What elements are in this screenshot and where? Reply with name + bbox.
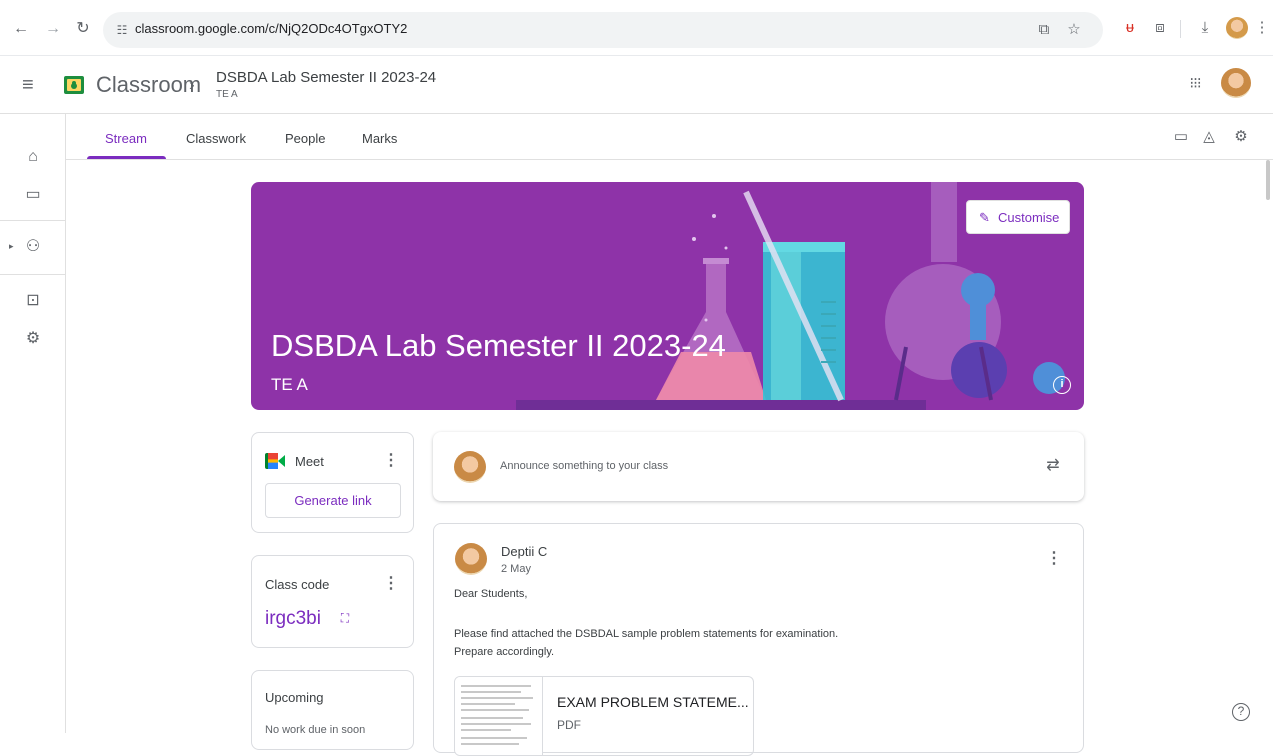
- help-icon[interactable]: ?: [1232, 703, 1250, 721]
- tab-people[interactable]: People: [285, 131, 325, 146]
- drive-folder-icon[interactable]: ◬: [1200, 128, 1218, 146]
- info-icon[interactable]: i: [1053, 376, 1071, 394]
- attachment-title[interactable]: EXAM PROBLEM STATEME...: [557, 694, 749, 710]
- tab-marks[interactable]: Marks: [362, 131, 397, 146]
- google-meet-icon: [265, 453, 285, 469]
- banner-title: DSBDA Lab Semester II 2023-24: [271, 328, 726, 363]
- post-greeting: Dear Students,: [454, 588, 528, 600]
- install-app-icon[interactable]: ⧉: [1035, 21, 1053, 39]
- reload-icon[interactable]: ↻: [74, 20, 92, 38]
- class-code-card: Class code ⋮ irgc3bi ⛶: [251, 555, 414, 648]
- breadcrumb-section: TE A: [216, 89, 238, 100]
- class-code-value: irgc3bi: [265, 608, 321, 629]
- banner-illustration: [516, 182, 1065, 410]
- bookmark-star-icon[interactable]: ☆: [1065, 21, 1083, 39]
- more-options-icon[interactable]: ⋮: [1046, 549, 1062, 569]
- archive-icon[interactable]: ⊡: [24, 292, 42, 310]
- announce-box[interactable]: Announce something to your class ⇄: [433, 432, 1084, 501]
- course-tabs: Stream Classwork People Marks ▭ ◬ ⚙: [66, 114, 1273, 160]
- post-date: 2 May: [501, 563, 531, 575]
- class-code-label: Class code: [265, 577, 330, 592]
- home-icon[interactable]: ⌂: [24, 148, 42, 166]
- calendar-icon[interactable]: ▭: [1172, 128, 1190, 146]
- tab-stream[interactable]: Stream: [105, 131, 147, 146]
- more-options-icon[interactable]: ⋮: [383, 451, 399, 471]
- extension-icon[interactable]: ᵾ: [1120, 18, 1140, 38]
- customise-label: Customise: [998, 210, 1060, 225]
- scrollbar[interactable]: [1266, 160, 1270, 200]
- main-menu-icon[interactable]: ≡: [22, 75, 42, 95]
- author-avatar: [455, 543, 487, 575]
- announce-placeholder[interactable]: Announce something to your class: [500, 460, 668, 472]
- class-settings-icon[interactable]: ⚙: [1232, 128, 1250, 146]
- post-body-line: Please find attached the DSBDAL sample p…: [454, 628, 839, 640]
- site-info-icon[interactable]: ☷: [113, 21, 131, 39]
- chevron-right-icon: ›: [189, 75, 195, 94]
- active-tab-indicator: [87, 156, 166, 159]
- tab-classwork[interactable]: Classwork: [186, 131, 246, 146]
- profile-avatar-icon[interactable]: [1226, 17, 1248, 39]
- stream-post: Deptii C 2 May ⋮ Dear Students, Please f…: [433, 523, 1084, 756]
- repost-icon[interactable]: ⇄: [1044, 457, 1062, 475]
- toolbar-divider: [1180, 20, 1181, 38]
- pencil-icon: ✎: [979, 210, 990, 225]
- account-avatar[interactable]: [1221, 68, 1251, 98]
- download-icon[interactable]: ⤓: [1195, 18, 1215, 38]
- enrolled-people-icon[interactable]: ⚇: [24, 238, 42, 256]
- post-author: Deptii C: [501, 544, 548, 559]
- app-header: ≡ Classroom › DSBDA Lab Semester II 2023…: [0, 56, 1273, 114]
- classroom-logo-icon[interactable]: [64, 76, 84, 94]
- user-avatar: [454, 451, 486, 483]
- meet-card: Meet ⋮ Generate link: [251, 432, 414, 533]
- browser-toolbar: ← → ↻ ☷ classroom.google.com/c/NjQ2ODc4O…: [0, 0, 1273, 56]
- meet-label: Meet: [295, 454, 324, 469]
- address-bar[interactable]: ☷ classroom.google.com/c/NjQ2ODc4OTgxOTY…: [103, 12, 1103, 48]
- upcoming-card: Upcoming No work due in soon: [251, 670, 414, 750]
- attachment-card[interactable]: EXAM PROBLEM STATEME... PDF: [454, 676, 754, 756]
- forward-icon[interactable]: →: [44, 20, 62, 38]
- rail-divider: [0, 220, 66, 221]
- left-navigation-rail: ⌂ ▭ ▸ ⚇ ⊡ ⚙: [0, 114, 66, 733]
- fullscreen-icon[interactable]: ⛶: [338, 611, 352, 625]
- rail-divider: [0, 274, 66, 275]
- attachment-type: PDF: [557, 718, 581, 732]
- more-options-icon[interactable]: ⋮: [383, 574, 399, 594]
- browser-menu-icon[interactable]: ⋮: [1252, 18, 1272, 38]
- google-apps-icon[interactable]: ⁝⁝⁝: [1186, 75, 1204, 93]
- banner-section: TE A: [271, 375, 308, 394]
- puzzle-extensions-icon[interactable]: ⧈: [1150, 18, 1170, 38]
- url-text[interactable]: classroom.google.com/c/NjQ2ODc4OTgxOTY2: [135, 21, 407, 36]
- calendar-icon[interactable]: ▭: [24, 186, 42, 204]
- upcoming-status: No work due in soon: [265, 724, 366, 736]
- settings-gear-icon[interactable]: ⚙: [24, 330, 42, 348]
- expand-arrow-icon[interactable]: ▸: [9, 241, 14, 252]
- upcoming-label: Upcoming: [265, 690, 324, 705]
- app-title[interactable]: Classroom: [96, 72, 201, 98]
- back-icon[interactable]: ←: [12, 20, 30, 38]
- attachment-thumbnail: [455, 677, 543, 755]
- post-body-line: Prepare accordingly.: [454, 646, 555, 658]
- customise-button[interactable]: ✎ Customise: [966, 200, 1070, 234]
- class-banner: DSBDA Lab Semester II 2023-24 TE A ✎ Cus…: [251, 182, 1084, 410]
- breadcrumb-course: DSBDA Lab Semester II 2023-24: [216, 69, 437, 86]
- generate-link-button[interactable]: Generate link: [265, 483, 401, 518]
